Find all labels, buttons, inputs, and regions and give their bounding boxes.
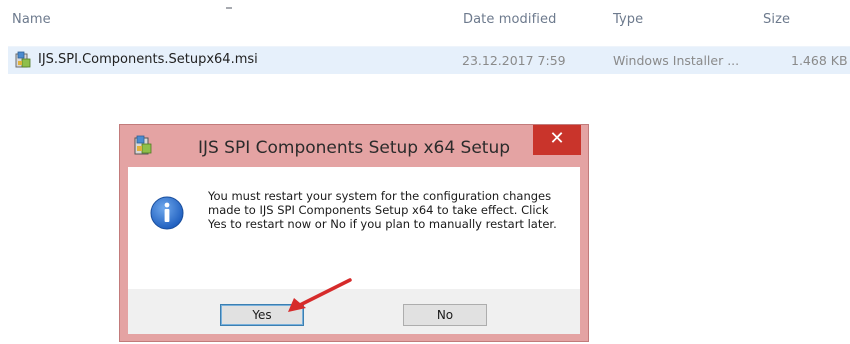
file-size: 1.468 KB [791, 53, 848, 68]
dialog-title: IJS SPI Components Setup x64 Setup [197, 138, 511, 158]
column-header-type[interactable]: Type [613, 12, 643, 27]
column-header-date-modified[interactable]: Date modified [463, 12, 556, 27]
annotation-arrow-icon [288, 278, 352, 312]
file-date-modified: 23.12.2017 7:59 [462, 53, 566, 68]
close-button[interactable]: ✕ [533, 125, 581, 155]
close-icon: ✕ [549, 128, 565, 149]
info-icon [150, 196, 184, 230]
file-row[interactable]: IJS.SPI.Components.Setupx64.msi 23.12.20… [8, 46, 850, 74]
dialog-title-bar[interactable]: IJS SPI Components Setup x64 Setup ✕ [120, 125, 588, 167]
file-name: IJS.SPI.Components.Setupx64.msi [38, 52, 258, 67]
column-header-name[interactable]: Name [12, 12, 51, 27]
column-header-size[interactable]: Size [763, 12, 790, 27]
column-header-bar: Name Date modified Type Size [0, 0, 850, 40]
file-type: Windows Installer ... [613, 53, 740, 68]
no-button[interactable]: No [403, 304, 487, 326]
msi-installer-icon [15, 51, 31, 68]
message-area: You must restart your system for the con… [128, 167, 580, 289]
sort-indicator-icon [226, 7, 232, 9]
dialog-message: You must restart your system for the con… [208, 189, 557, 231]
